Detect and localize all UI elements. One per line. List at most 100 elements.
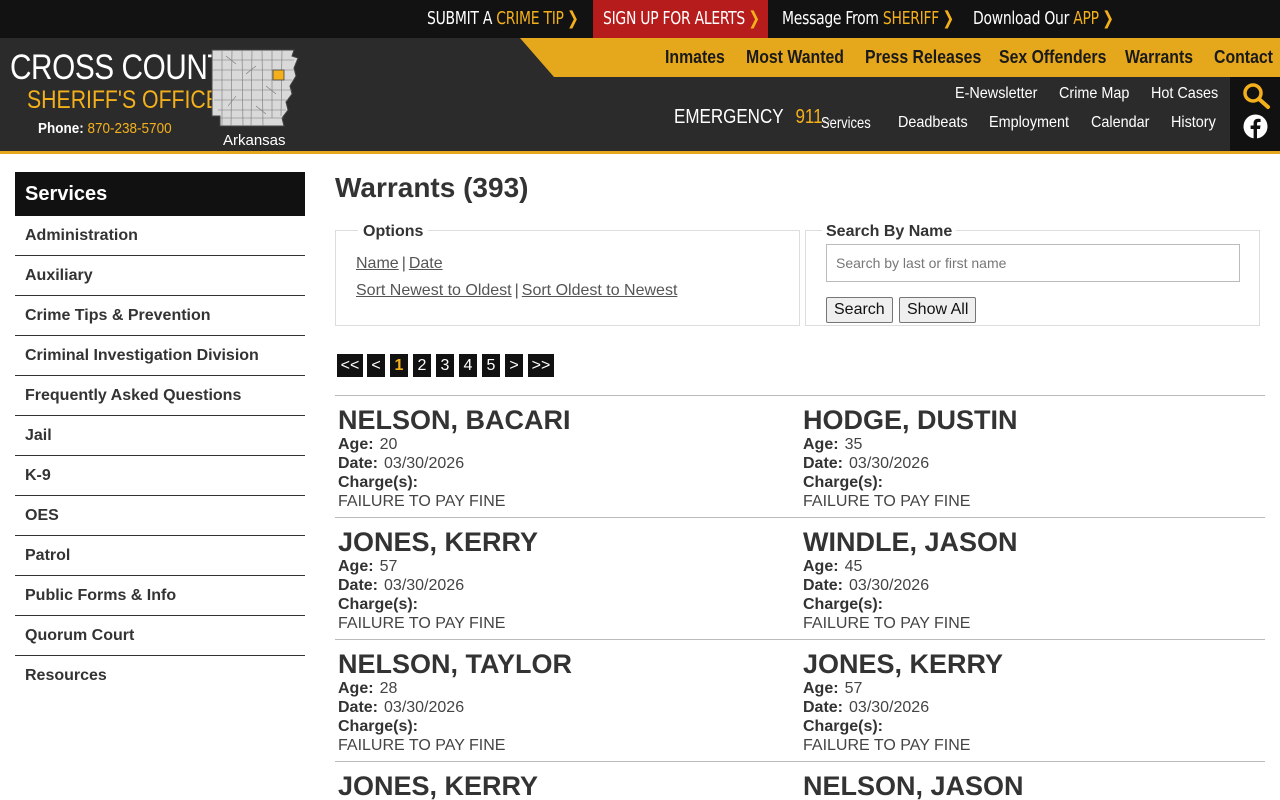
nav-sex-offenders[interactable]: Sex Offenders [999,38,1106,77]
chevron-right-icon: ❯ [748,8,760,29]
warrant-age: Age: 20 [338,435,798,454]
age-value: 57 [844,680,863,697]
nav-most-wanted[interactable]: Most Wanted [746,38,844,77]
top-utility-bar: SUBMIT A CRIME TIP ❯ SIGN UP FOR ALERTS ❯ … [0,0,1280,38]
crime-tip-highlight: CRIME TIP [496,8,564,29]
age-label: Age: [803,680,839,697]
sidebar-item-patrol[interactable]: Patrol [15,536,305,576]
page-next[interactable]: > [505,354,523,377]
emergency-number[interactable]: EMERGENCY 911 [674,106,823,129]
page-first[interactable]: << [337,354,363,377]
warrant-card: HODGE, DUSTIN Age: 35 Date: 03/30/2026 Cha… [803,405,1263,511]
nav-crime-map[interactable]: Crime Map [1059,85,1129,103]
warrant-charge: FAILURE TO PAY FINE [338,615,506,632]
age-label: Age: [338,436,374,453]
age-value: 28 [379,680,398,697]
sidebar-item-administration[interactable]: Administration [15,216,305,256]
age-value: 20 [379,436,398,453]
nav-calendar[interactable]: Calendar [1091,114,1149,132]
name-search-input[interactable] [826,244,1240,282]
page-4[interactable]: 4 [459,354,477,377]
nav-press-releases[interactable]: Press Releases [865,38,981,77]
date-label: Date: [338,577,379,594]
warrant-name[interactable]: JONES, KERRY [338,527,798,557]
search-button[interactable]: Search [826,297,893,323]
warrant-name[interactable]: JONES, KERRY [803,649,1263,679]
page-3[interactable]: 3 [436,354,454,377]
warrant-name[interactable]: HODGE, DUSTIN [803,405,1263,435]
charges-label: Charge(s): [338,596,419,613]
age-value: 35 [844,436,863,453]
warrant-name[interactable]: NELSON, TAYLOR [338,649,798,679]
sign-up-alerts-link[interactable]: SIGN UP FOR ALERTS ❯ [603,0,760,38]
nav-history[interactable]: History [1171,114,1216,132]
warrant-card: NELSON, JASON [803,771,1263,800]
sort-oldest-link[interactable]: Sort Oldest to Newest [522,282,678,299]
charges-label: Charge(s): [338,474,419,491]
date-value: 03/30/2026 [384,577,465,594]
sidebar-item-quorum-court[interactable]: Quorum Court [15,616,305,656]
alerts-label: SIGN UP FOR ALERTS [603,8,745,29]
facebook-icon[interactable] [1243,114,1268,139]
sidebar-item-faq[interactable]: Frequently Asked Questions [15,376,305,416]
warrant-name[interactable]: NELSON, JASON [803,771,1263,800]
warrant-charges-label: Charge(s): [803,595,1263,614]
sidebar-item-public-forms[interactable]: Public Forms & Info [15,576,305,616]
list-divider [335,761,1265,762]
submit-crime-tip-link[interactable]: SUBMIT A CRIME TIP ❯ [427,0,579,38]
logo-sheriffs-office[interactable]: SHERIFF'S OFFICE [27,86,220,115]
nav-employment[interactable]: Employment [989,114,1069,132]
warrant-date: Date: 03/30/2026 [338,698,798,717]
sidebar-item-jail[interactable]: Jail [15,416,305,456]
app-prefix: Download Our [973,8,1070,29]
nav-hot-cases[interactable]: Hot Cases [1151,85,1218,103]
sort-by-name-link[interactable]: Name [356,255,399,272]
chevron-right-icon: ❯ [942,8,954,29]
warrant-card: NELSON, TAYLOR Age: 28 Date: 03/30/2026 Ch… [338,649,798,755]
warrant-name[interactable]: WINDLE, JASON [803,527,1263,557]
warrant-charge: FAILURE TO PAY FINE [803,737,971,754]
charges-label: Charge(s): [803,474,884,491]
search-icon[interactable] [1241,82,1271,110]
chevron-right-icon: ❯ [1102,8,1114,29]
page-1[interactable]: 1 [390,354,408,377]
app-highlight: APP [1073,8,1099,29]
show-all-button[interactable]: Show All [899,297,977,323]
sidebar-item-k9[interactable]: K-9 [15,456,305,496]
sidebar-title: Services [15,172,305,216]
sidebar-item-resources[interactable]: Resources [15,656,305,696]
age-label: Age: [338,680,374,697]
download-app-link[interactable]: Download Our APP ❯ [973,0,1114,38]
warrant-card: JONES, KERRY Age: 57 Date: 03/30/2026 Char… [803,649,1263,755]
logo-county-name[interactable]: CROSS COUNTY [10,48,245,88]
age-label: Age: [803,558,839,575]
warrant-card: JONES, KERRY [338,771,798,800]
state-label: Arkansas [223,132,286,149]
warrant-name[interactable]: NELSON, BACARI [338,405,798,435]
nav-inmates[interactable]: Inmates [665,38,725,77]
sort-by-date-link[interactable]: Date [409,255,443,272]
phone-number-link[interactable]: 870-238-5700 [88,120,172,137]
emergency-911: 911 [795,106,823,128]
main-nav: Inmates Most Wanted Press Releases Sex O… [520,38,1280,77]
sidebar-item-crime-tips[interactable]: Crime Tips & Prevention [15,296,305,336]
page-2[interactable]: 2 [413,354,431,377]
sheriff-prefix: Message From [782,8,879,29]
warrant-charges-label: Charge(s): [338,717,798,736]
nav-e-newsletter[interactable]: E-Newsletter [955,85,1037,103]
warrant-age: Age: 28 [338,679,798,698]
page-prev[interactable]: < [367,354,385,377]
warrant-name[interactable]: JONES, KERRY [338,771,798,800]
nav-deadbeats[interactable]: Deadbeats [898,114,968,132]
page-last[interactable]: >> [528,354,554,377]
sidebar-item-cid[interactable]: Criminal Investigation Division [15,336,305,376]
sort-newest-link[interactable]: Sort Newest to Oldest [356,282,512,299]
nav-warrants[interactable]: Warrants [1125,38,1193,77]
sidebar-item-oes[interactable]: OES [15,496,305,536]
sidebar-item-auxiliary[interactable]: Auxiliary [15,256,305,296]
warrant-charges-label: Charge(s): [338,473,798,492]
page-5[interactable]: 5 [482,354,500,377]
sheriff-highlight: SHERIFF [882,8,940,29]
message-from-sheriff-link[interactable]: Message From SHERIFF ❯ [782,0,954,38]
nav-contact[interactable]: Contact [1214,38,1273,77]
